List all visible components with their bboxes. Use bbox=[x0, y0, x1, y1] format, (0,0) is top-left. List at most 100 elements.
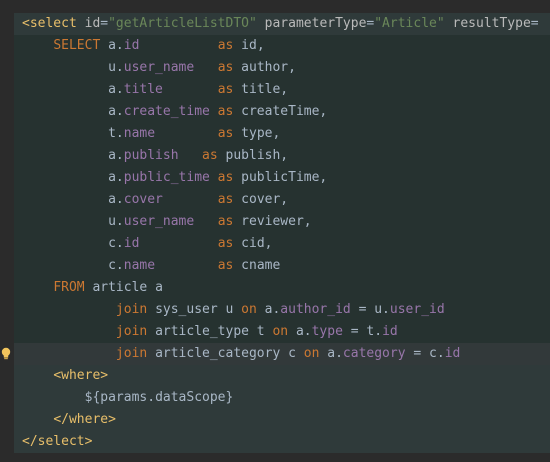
code-line[interactable]: ${params.dataScope} bbox=[0, 387, 550, 409]
code-line[interactable]: SELECT a.id as id, bbox=[0, 35, 550, 57]
code-token: name bbox=[123, 126, 156, 141]
code-token: a. bbox=[295, 324, 312, 339]
code-lines[interactable]: <select id="getArticleListDTO" parameter… bbox=[0, 13, 550, 453]
code-line[interactable]: c.name as cname bbox=[0, 255, 550, 277]
code-line[interactable]: a.title as title, bbox=[0, 79, 550, 101]
code-token: public_time bbox=[123, 170, 210, 185]
code-token: parameterType bbox=[264, 16, 367, 31]
code-token: id bbox=[444, 346, 461, 361]
code-token: a. bbox=[108, 104, 124, 119]
code-line[interactable]: </where> bbox=[0, 409, 550, 431]
code-line[interactable]: u.user_name as author, bbox=[0, 57, 550, 79]
code-line[interactable]: join sys_user u on a.author_id = u.user_… bbox=[0, 299, 550, 321]
code-token: a. bbox=[108, 38, 124, 53]
code-token: user_name bbox=[123, 60, 195, 75]
code-line-content: a.title as title, bbox=[22, 79, 288, 101]
code-line-content: ${params.dataScope} bbox=[22, 387, 234, 409]
code-token: id bbox=[84, 16, 101, 31]
code-token: ${params.dataScope} bbox=[84, 390, 234, 405]
code-line-content: a.cover as cover, bbox=[22, 189, 288, 211]
code-token: on bbox=[241, 302, 265, 317]
code-token: </select> bbox=[22, 434, 93, 449]
code-line[interactable]: u.user_name as reviewer, bbox=[0, 211, 550, 233]
code-token: FROM bbox=[53, 280, 93, 295]
code-line-content: join sys_user u on a.author_id = u.user_… bbox=[22, 299, 445, 321]
code-line[interactable]: a.publish as publish, bbox=[0, 145, 550, 167]
code-token: create_time bbox=[123, 104, 210, 119]
code-line[interactable]: join article_category c on a.category = … bbox=[0, 343, 550, 365]
code-token: c. bbox=[108, 236, 124, 251]
code-token: SELECT bbox=[53, 38, 109, 53]
code-token: type bbox=[311, 324, 343, 339]
code-token: reviewer, bbox=[233, 214, 312, 229]
code-line-content: </select> bbox=[22, 431, 92, 453]
code-line[interactable]: join article_type t on a.type = t.id bbox=[0, 321, 550, 343]
code-line-content: u.user_name as reviewer, bbox=[22, 211, 312, 233]
code-token: a. bbox=[264, 302, 281, 317]
code-line[interactable]: <where> bbox=[0, 365, 550, 387]
code-line-content: a.publish as publish, bbox=[22, 145, 288, 167]
code-token: as bbox=[217, 170, 234, 185]
code-token: type, bbox=[233, 126, 281, 141]
code-token: sys_user u bbox=[155, 302, 242, 317]
code-token: category bbox=[342, 346, 406, 361]
code-line[interactable]: <select id="getArticleListDTO" parameter… bbox=[0, 13, 550, 35]
code-line[interactable]: t.name as type, bbox=[0, 123, 550, 145]
code-token: article_type t bbox=[155, 324, 273, 339]
code-token: <select bbox=[22, 16, 85, 31]
code-line-content: FROM article a bbox=[22, 277, 163, 299]
code-line[interactable]: a.public_time as publicTime, bbox=[0, 167, 550, 189]
code-token: a. bbox=[108, 170, 124, 185]
code-token: publish bbox=[123, 148, 179, 163]
code-line-content: join article_type t on a.type = t.id bbox=[22, 321, 398, 343]
code-token: author_id bbox=[280, 302, 351, 317]
code-line-content: a.public_time as publicTime, bbox=[22, 167, 327, 189]
code-editor[interactable]: <select id="getArticleListDTO" parameter… bbox=[0, 0, 550, 462]
code-line-content: c.name as cname bbox=[22, 255, 280, 277]
code-token: cname bbox=[233, 258, 281, 273]
code-token: user_name bbox=[123, 214, 195, 229]
code-token: cover, bbox=[233, 192, 289, 207]
code-token: publicTime, bbox=[233, 170, 328, 185]
code-token: = bbox=[100, 16, 109, 31]
code-token: user_id bbox=[389, 302, 445, 317]
code-token: id bbox=[382, 324, 398, 339]
code-line-content: </where> bbox=[22, 409, 116, 431]
code-token: "getArticleListDTO" bbox=[108, 16, 257, 31]
code-token: as bbox=[202, 148, 218, 163]
code-line[interactable]: </select> bbox=[0, 431, 550, 453]
code-token: article_category c bbox=[155, 346, 304, 361]
code-token: as bbox=[217, 236, 234, 251]
code-token: = bbox=[530, 16, 539, 31]
code-token: a. bbox=[108, 192, 124, 207]
code-token: "Article" bbox=[374, 16, 445, 31]
code-line[interactable]: c.id as cid, bbox=[0, 233, 550, 255]
code-line[interactable]: a.create_time as createTime, bbox=[0, 101, 550, 123]
code-token: join bbox=[115, 324, 156, 339]
code-token: u. bbox=[108, 60, 124, 75]
code-line-content: c.id as cid, bbox=[22, 233, 272, 255]
code-line[interactable]: a.cover as cover, bbox=[0, 189, 550, 211]
code-line[interactable]: FROM article a bbox=[0, 277, 550, 299]
code-token: title, bbox=[233, 82, 289, 97]
code-line-content: u.user_name as author, bbox=[22, 57, 296, 79]
code-token: a. bbox=[108, 82, 124, 97]
